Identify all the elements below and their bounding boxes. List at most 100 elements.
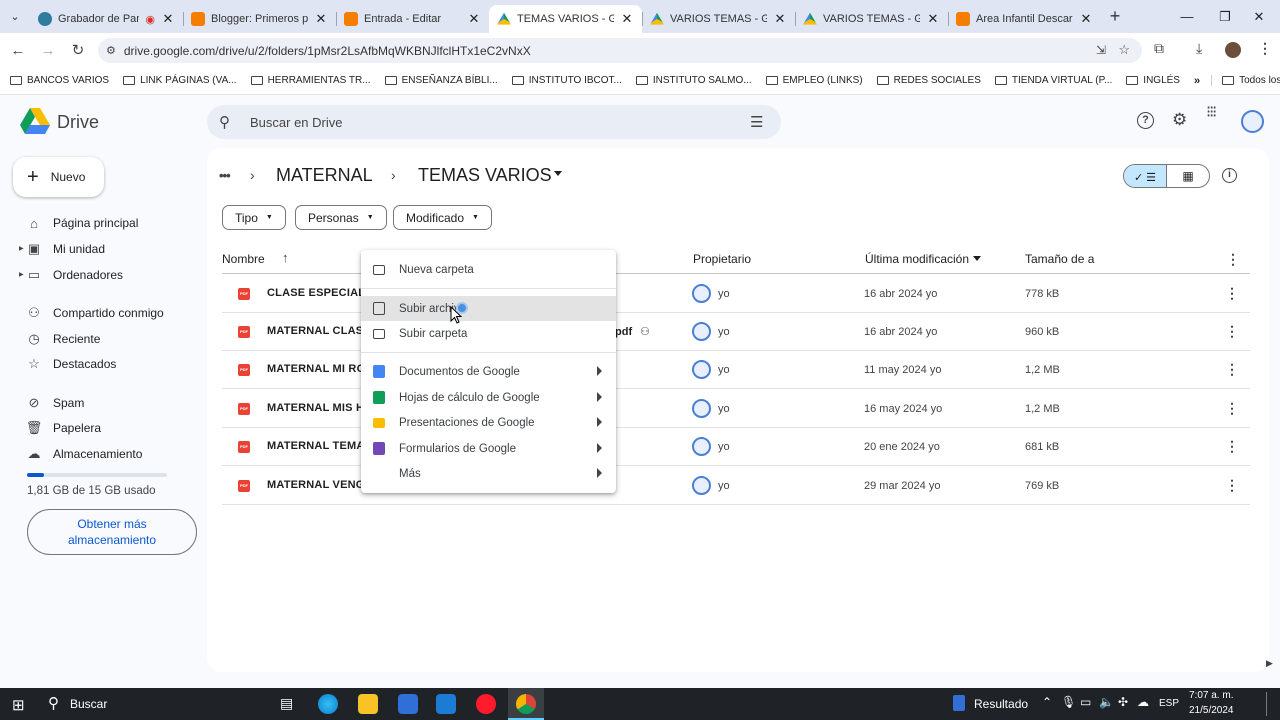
search-placeholder[interactable]: Buscar en Drive bbox=[250, 115, 342, 130]
sort-dropdown-icon[interactable] bbox=[973, 256, 981, 261]
opera-icon[interactable] bbox=[476, 694, 496, 714]
browser-tab[interactable]: Blogger: Primeros pasos ✕ bbox=[183, 5, 336, 33]
grid-view-button[interactable]: ▦ bbox=[1167, 165, 1209, 187]
folder-dropdown-icon[interactable] bbox=[554, 171, 562, 176]
install-app-icon[interactable]: ⇲ bbox=[1096, 43, 1106, 57]
all-bookmarks-folder[interactable]: Todos los marcadores bbox=[1211, 75, 1280, 86]
extensions-icon[interactable]: ⧉ bbox=[1154, 40, 1164, 57]
file-explorer-icon[interactable] bbox=[358, 694, 378, 714]
tab-search-button[interactable]: ⌄ bbox=[0, 0, 30, 33]
chrome-icon[interactable] bbox=[516, 694, 536, 714]
result-app-icon[interactable] bbox=[953, 695, 965, 711]
menu-upload-folder[interactable]: Subir carpeta bbox=[361, 321, 616, 346]
task-view-icon[interactable]: ▤ bbox=[280, 695, 293, 712]
search-icon[interactable]: ⚲ bbox=[219, 113, 230, 131]
nav-shared[interactable]: ⚇ Compartido conmigo bbox=[27, 305, 164, 320]
browser-tab[interactable]: VARIOS TEMAS - Google Drive ✕ bbox=[795, 5, 948, 33]
speaker-icon[interactable]: 🔈 bbox=[1099, 695, 1114, 709]
new-tab-button[interactable]: + bbox=[1101, 6, 1129, 27]
more-actions-icon[interactable]: ⋮ bbox=[1225, 477, 1239, 494]
apps-grid-icon[interactable]: ⁝⁝⁝ bbox=[1206, 105, 1222, 121]
browser-tab-active[interactable]: TEMAS VARIOS - Google Drive ✕ bbox=[489, 5, 642, 33]
close-tab-icon[interactable]: ✕ bbox=[467, 11, 481, 27]
taskbar-search-icon[interactable]: ⚲ bbox=[48, 694, 59, 712]
close-tab-icon[interactable]: ✕ bbox=[314, 11, 328, 27]
bookmark-folder[interactable]: TIENDA VIRTUAL (P... bbox=[988, 75, 1119, 86]
more-actions-icon[interactable]: ⋮ bbox=[1225, 361, 1239, 378]
menu-more[interactable]: Más bbox=[361, 461, 616, 486]
get-storage-button[interactable]: Obtener más almacenamiento bbox=[27, 509, 197, 555]
close-tab-icon[interactable]: ✕ bbox=[926, 11, 940, 27]
bookmark-folder[interactable]: EMPLEO (LINKS) bbox=[759, 75, 870, 86]
breadcrumb-more-button[interactable]: ••• bbox=[219, 168, 231, 183]
url-text[interactable]: drive.google.com/drive/u/2/folders/1pMsr… bbox=[124, 44, 531, 58]
drive-search-bar[interactable]: ⚲ Buscar en Drive ☰ bbox=[207, 105, 781, 139]
nav-storage[interactable]: ☁ Almacenamiento bbox=[27, 446, 143, 461]
more-actions-icon[interactable]: ⋮ bbox=[1225, 400, 1239, 417]
show-desktop-button[interactable] bbox=[1266, 692, 1276, 716]
nav-my-drive[interactable]: ▣ Mi unidad bbox=[27, 241, 105, 256]
display-icon[interactable]: ▭ bbox=[1080, 695, 1091, 709]
network-icon[interactable]: ✣ bbox=[1118, 695, 1128, 709]
bookmark-folder[interactable]: INSTITUTO IBCOT... bbox=[505, 75, 629, 86]
drive-logo-text[interactable]: Drive bbox=[57, 112, 99, 133]
expand-arrow-icon[interactable]: ▶ bbox=[19, 245, 24, 252]
column-options-icon[interactable]: ⋮ bbox=[1226, 251, 1240, 268]
cloud-sync-icon[interactable]: ☁ bbox=[1137, 695, 1149, 709]
scroll-arrow-icon[interactable]: ▶ bbox=[1266, 658, 1273, 669]
menu-google-sheets[interactable]: Hojas de cálculo de Google bbox=[361, 385, 616, 410]
clock-date[interactable]: 21/5/2024 bbox=[1189, 705, 1234, 716]
browser-menu-icon[interactable]: ⋮ bbox=[1258, 40, 1272, 57]
new-button[interactable]: + Nuevo bbox=[13, 157, 104, 197]
account-avatar[interactable] bbox=[1241, 110, 1264, 133]
clock-time[interactable]: 7:07 a. m. bbox=[1189, 690, 1233, 701]
more-bookmarks-icon[interactable]: » bbox=[1187, 75, 1207, 87]
forward-icon[interactable]: → bbox=[34, 36, 62, 64]
breadcrumb-parent[interactable]: MATERNAL bbox=[276, 165, 373, 186]
nav-recent[interactable]: ◷ Reciente bbox=[27, 331, 100, 346]
mail-icon[interactable] bbox=[436, 694, 456, 714]
menu-upload-file[interactable]: Subir archivo bbox=[361, 296, 616, 321]
sort-ascending-icon[interactable]: ↑ bbox=[282, 250, 289, 265]
bookmark-folder[interactable]: HERRAMIENTAS TR... bbox=[244, 75, 378, 86]
menu-google-forms[interactable]: Formularios de Google bbox=[361, 436, 616, 461]
nav-computers[interactable]: ▭ Ordenadores bbox=[27, 267, 123, 282]
store-icon[interactable] bbox=[398, 694, 418, 714]
bookmark-folder[interactable]: BANCOS VARIOS bbox=[0, 75, 116, 86]
expand-arrow-icon[interactable]: ▶ bbox=[19, 271, 24, 278]
search-options-icon[interactable]: ☰ bbox=[750, 113, 763, 131]
windows-start-icon[interactable]: ⊞ bbox=[12, 696, 25, 714]
reload-icon[interactable]: ↻ bbox=[64, 36, 92, 64]
menu-new-folder[interactable]: Nueva carpeta bbox=[361, 257, 616, 282]
close-tab-icon[interactable]: ✕ bbox=[161, 11, 175, 27]
more-actions-icon[interactable]: ⋮ bbox=[1225, 438, 1239, 455]
menu-google-slides[interactable]: Presentaciones de Google bbox=[361, 410, 616, 435]
language-indicator[interactable]: ESP bbox=[1159, 698, 1179, 709]
browser-tab[interactable]: Entrada - Editar ✕ bbox=[336, 5, 489, 33]
drive-logo-icon[interactable] bbox=[20, 108, 50, 134]
site-settings-icon[interactable]: ⚙ bbox=[106, 44, 116, 57]
close-tab-icon[interactable]: ✕ bbox=[773, 11, 787, 27]
more-actions-icon[interactable]: ⋮ bbox=[1225, 323, 1239, 340]
column-header-owner[interactable]: Propietario bbox=[693, 252, 751, 266]
bookmark-folder[interactable]: ENSEÑANZA BÍBLI... bbox=[378, 75, 505, 86]
list-view-button[interactable]: ✓ ☰ bbox=[1124, 165, 1167, 187]
type-filter-chip[interactable]: Tipo ▼ bbox=[222, 205, 286, 230]
back-icon[interactable]: ← bbox=[4, 36, 32, 64]
microphone-icon[interactable]: 🎙 bbox=[1061, 695, 1076, 709]
close-tab-icon[interactable]: ✕ bbox=[620, 11, 634, 27]
downloads-icon[interactable]: ⤓ bbox=[1196, 40, 1202, 57]
menu-google-docs[interactable]: Documentos de Google bbox=[361, 359, 616, 384]
column-header-name[interactable]: Nombre bbox=[222, 252, 265, 266]
people-filter-chip[interactable]: Personas ▼ bbox=[295, 205, 387, 230]
close-window-button[interactable]: ✕ bbox=[1236, 0, 1280, 33]
nav-home[interactable]: ⌂ Página principal bbox=[27, 216, 138, 231]
profile-avatar[interactable] bbox=[1225, 42, 1241, 58]
close-tab-icon[interactable]: ✕ bbox=[1079, 11, 1093, 27]
nav-trash[interactable]: 🗑 Papelera bbox=[26, 420, 101, 435]
address-bar[interactable]: ⚙ drive.google.com/drive/u/2/folders/1pM… bbox=[98, 38, 1142, 63]
nav-spam[interactable]: ⊘ Spam bbox=[27, 395, 85, 410]
settings-gear-icon[interactable]: ⚙ bbox=[1172, 110, 1187, 130]
help-icon[interactable]: ? bbox=[1137, 112, 1154, 129]
tray-chevron-icon[interactable]: ⌃ bbox=[1042, 695, 1052, 709]
